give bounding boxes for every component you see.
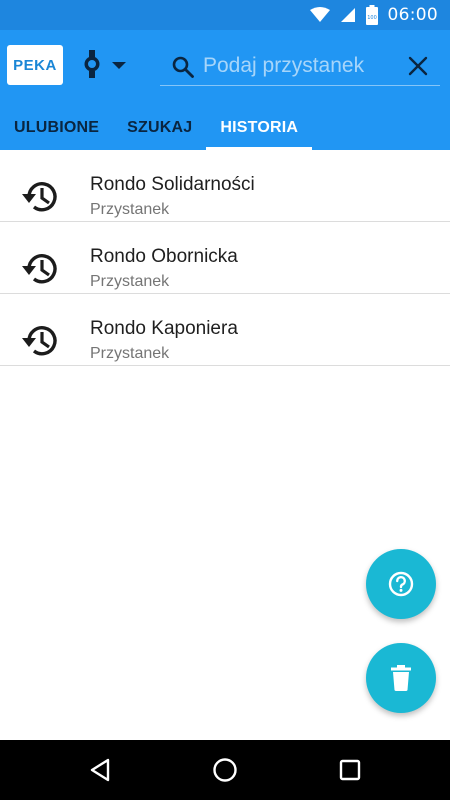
mode-selector[interactable] bbox=[84, 48, 126, 84]
history-icon bbox=[20, 320, 62, 365]
search-icon bbox=[172, 56, 194, 83]
clock: 06:00 bbox=[387, 5, 438, 25]
app-logo[interactable]: PEKA bbox=[7, 45, 63, 85]
search-box bbox=[160, 48, 440, 86]
battery-icon: 100 bbox=[365, 5, 378, 25]
clear-history-button[interactable] bbox=[366, 643, 436, 713]
tab-szukaj[interactable]: SZUKAJ bbox=[113, 106, 206, 150]
tab-historia[interactable]: HISTORIA bbox=[206, 106, 312, 150]
history-icon bbox=[20, 176, 62, 221]
watch-icon bbox=[84, 49, 100, 83]
home-button[interactable] bbox=[211, 756, 239, 784]
search-input[interactable] bbox=[203, 50, 388, 82]
tab-bar: ULUBIONE SZUKAJ HISTORIA bbox=[0, 106, 312, 150]
app-bar: PEKA ULUBION bbox=[0, 30, 450, 150]
status-bar: 100 06:00 bbox=[0, 0, 450, 30]
back-button[interactable] bbox=[86, 756, 114, 784]
list-item[interactable]: Rondo Kaponiera Przystanek bbox=[0, 294, 450, 366]
stop-type: Przystanek bbox=[90, 345, 170, 362]
list-item[interactable]: Rondo Obornicka Przystanek bbox=[0, 222, 450, 294]
home-icon bbox=[213, 758, 237, 782]
wifi-icon bbox=[309, 7, 330, 23]
history-list: Rondo Solidarności Przystanek Rondo Obor… bbox=[0, 150, 450, 366]
help-circle-icon bbox=[388, 571, 414, 597]
recents-button[interactable] bbox=[336, 756, 364, 784]
history-icon bbox=[20, 248, 62, 293]
stop-name: Rondo Obornicka bbox=[90, 246, 238, 267]
dropdown-arrow-icon bbox=[112, 57, 126, 75]
help-button[interactable] bbox=[366, 549, 436, 619]
list-item[interactable]: Rondo Solidarności Przystanek bbox=[0, 150, 450, 222]
signal-icon bbox=[340, 7, 356, 23]
close-icon bbox=[408, 56, 428, 76]
trash-icon bbox=[391, 665, 411, 691]
battery-level-text: 100 bbox=[367, 15, 377, 21]
clear-search-button[interactable] bbox=[404, 52, 432, 80]
stop-name: Rondo Kaponiera bbox=[90, 318, 238, 339]
stop-type: Przystanek bbox=[90, 273, 170, 290]
stop-name: Rondo Solidarności bbox=[90, 174, 255, 195]
recents-icon bbox=[339, 759, 361, 781]
tab-ulubione[interactable]: ULUBIONE bbox=[0, 106, 113, 150]
back-icon bbox=[90, 758, 110, 782]
stop-type: Przystanek bbox=[90, 201, 170, 218]
system-nav-bar bbox=[0, 740, 450, 800]
